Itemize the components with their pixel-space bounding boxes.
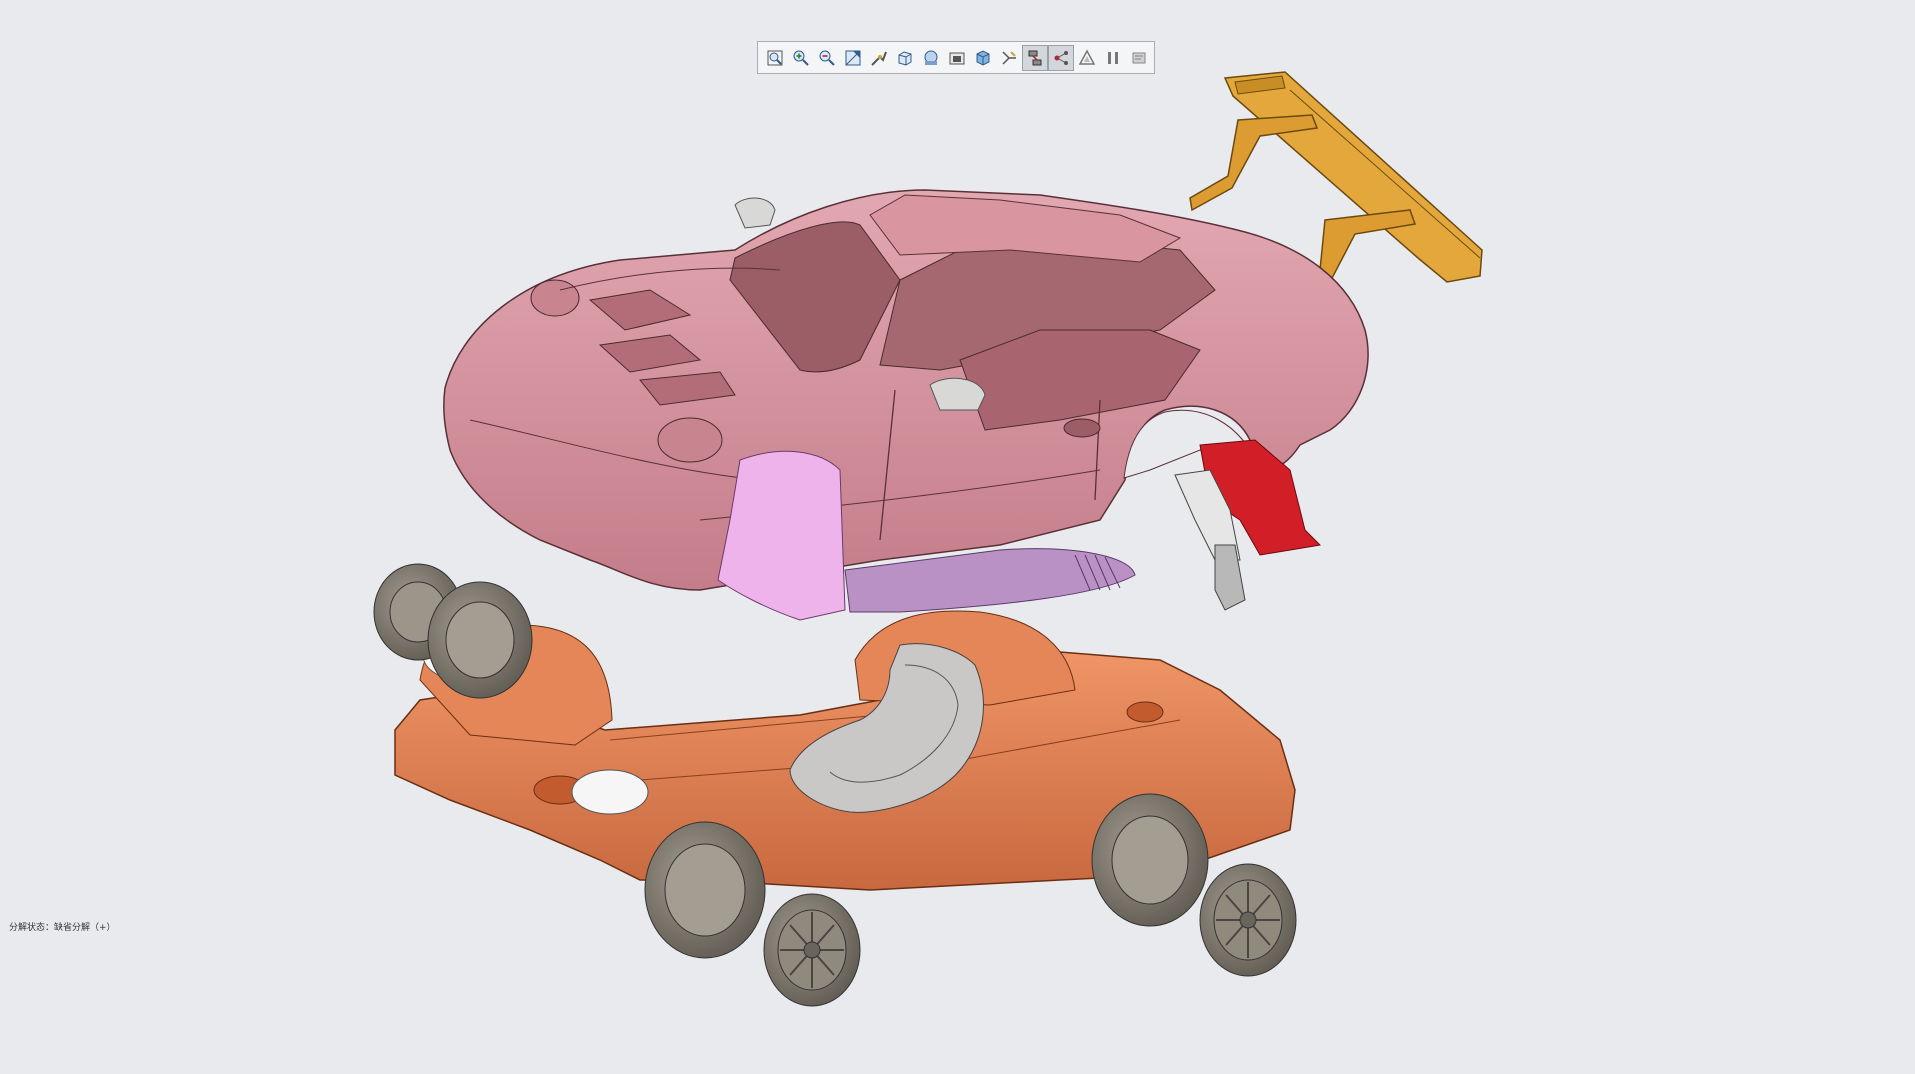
spin-center-button[interactable] [1126,45,1152,71]
datum-display-button[interactable] [996,45,1022,71]
left-mirror[interactable] [734,197,776,229]
rear-bumper-part[interactable] [1174,439,1322,611]
reorient-button[interactable] [866,45,892,71]
annotation-display-button[interactable] [1074,45,1100,71]
rear-left-wheel[interactable] [763,893,861,1007]
pause-button[interactable] [1100,45,1126,71]
3d-viewport[interactable] [0,0,1915,1070]
zoom-out-button[interactable] [814,45,840,71]
saved-orientations-icon [898,50,912,66]
edit-position-icon [1054,50,1068,65]
reorient-icon [871,51,887,66]
spin-center-icon [1132,52,1146,63]
explode-view-icon [1028,50,1042,65]
display-style-button[interactable] [918,45,944,71]
zoom-area-button[interactable] [840,45,866,71]
rear-right-wheel[interactable] [1199,863,1297,977]
front-left-tire[interactable] [427,581,533,699]
zoom-in-button[interactable] [788,45,814,71]
display-style-icon [924,50,938,65]
appearance-icon [976,49,990,66]
saved-orientations-button[interactable] [892,45,918,71]
explode-view-button[interactable] [1022,44,1048,71]
model-graphics[interactable] [0,0,1915,1070]
rear-left-tire[interactable] [644,821,766,959]
zoom-out-icon [819,50,835,66]
refit-button[interactable] [762,45,788,71]
rear-right-tire[interactable] [1091,793,1209,927]
edit-position-button[interactable] [1048,44,1074,71]
view-manager-icon [949,52,965,64]
view-toolbar [757,41,1155,74]
rear-left-disc[interactable] [571,769,649,815]
annotation-display-icon [1078,48,1096,65]
refit-icon [767,50,783,65]
zoom-area-icon [845,50,861,65]
explode-state-label: 分解状态：缺省分解（+） [9,923,116,933]
appearance-button[interactable] [970,45,996,71]
zoom-in-icon [793,50,809,66]
datum-display-icon [1002,50,1016,65]
pause-icon [1108,51,1118,64]
view-manager-button[interactable] [944,45,970,71]
